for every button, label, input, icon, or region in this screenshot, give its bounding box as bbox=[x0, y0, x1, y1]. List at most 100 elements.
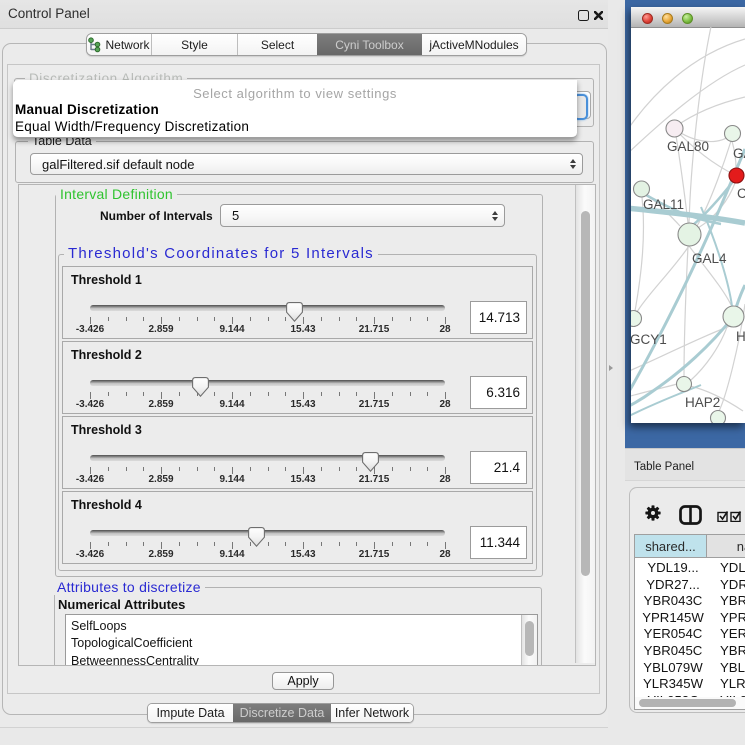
slider-major-tick bbox=[445, 392, 446, 399]
slider-track[interactable] bbox=[90, 530, 445, 536]
slider-major-tick bbox=[374, 542, 375, 549]
slider-minor-tick bbox=[126, 317, 127, 321]
tab-jactivemnodules[interactable]: jActiveMNodules bbox=[422, 34, 526, 55]
network-node-label: GAL80 bbox=[667, 139, 709, 154]
slider-minor-tick bbox=[126, 467, 127, 471]
slider-tick-label: 2.859 bbox=[148, 324, 173, 335]
splitpane-divider-handle[interactable] bbox=[609, 365, 613, 371]
slider-tick-label: 28 bbox=[439, 399, 450, 410]
slider-track[interactable] bbox=[90, 455, 445, 461]
node-green-tr[interactable] bbox=[725, 126, 741, 142]
table-row[interactable]: YBR045CYBR045C bbox=[640, 643, 745, 660]
network-node-label: GCY1 bbox=[631, 332, 667, 347]
slider-tick-label: 2.859 bbox=[148, 474, 173, 485]
tab-style[interactable]: Style bbox=[151, 34, 237, 55]
node-red[interactable] bbox=[729, 168, 744, 183]
slider-track[interactable] bbox=[90, 305, 445, 311]
table-row[interactable]: YPR145WYPR145W bbox=[640, 610, 745, 627]
slider-minor-tick bbox=[410, 542, 411, 546]
dropdown-item-prompt[interactable]: Select algorithm to view settings bbox=[13, 85, 577, 102]
network-node-label: GAL11 bbox=[643, 197, 684, 212]
split-columns-icon[interactable] bbox=[679, 505, 702, 525]
select-columns-icon[interactable] bbox=[717, 510, 743, 522]
minimize-traffic-light[interactable] bbox=[662, 13, 673, 24]
threshold-label: Threshold 4 bbox=[71, 498, 142, 512]
slider-minor-tick bbox=[427, 317, 428, 321]
table-row[interactable]: YBL079WYBL079W bbox=[640, 660, 745, 677]
zoom-traffic-light[interactable] bbox=[682, 13, 693, 24]
slider-minor-tick bbox=[250, 467, 251, 471]
node-gal11[interactable] bbox=[634, 181, 650, 197]
close-icon[interactable] bbox=[594, 11, 603, 20]
slider-thumb[interactable] bbox=[192, 377, 209, 397]
slider-minor-tick bbox=[285, 542, 286, 546]
slider-track[interactable] bbox=[90, 380, 445, 386]
table-data-group: Table Data galFiltered.sif default node bbox=[15, 141, 594, 183]
attribute-list-item[interactable]: SelfLoops bbox=[66, 618, 537, 635]
slider-minor-tick bbox=[268, 542, 269, 546]
table-row[interactable]: YBR043CYBR043C bbox=[640, 593, 745, 610]
slider-thumb[interactable] bbox=[362, 452, 379, 472]
control-panel-tabbar: Network Style Select Cyni Toolbox jActiv… bbox=[86, 33, 527, 56]
tab-infer-network-label: Infer Network bbox=[335, 706, 409, 720]
table-row[interactable]: YDL19...YDL19... bbox=[640, 560, 745, 577]
network-node-label: GA bbox=[733, 146, 745, 161]
slider-minor-tick bbox=[250, 317, 251, 321]
table-header-name[interactable]: name bbox=[707, 534, 745, 558]
tab-infer-network[interactable]: Infer Network bbox=[331, 704, 413, 722]
slider-minor-tick bbox=[356, 392, 357, 396]
tab-discretize-data[interactable]: Discretize Data bbox=[233, 704, 331, 722]
node-bottom[interactable] bbox=[711, 411, 726, 424]
node-gcy1[interactable] bbox=[631, 311, 642, 327]
node-gal4[interactable] bbox=[678, 223, 701, 246]
slider-minor-tick bbox=[392, 542, 393, 546]
slider-tick-label: 21.715 bbox=[359, 399, 390, 410]
tab-network[interactable]: Network bbox=[87, 34, 151, 55]
threshold-value-field[interactable]: 11.344 bbox=[470, 526, 527, 559]
threshold-value-field[interactable]: 14.713 bbox=[470, 301, 527, 334]
slider-major-tick bbox=[445, 542, 446, 549]
table-row[interactable]: YER054CYER054C bbox=[640, 626, 745, 643]
attribute-items: SelfLoopsTopologicalCoefficientBetweenne… bbox=[66, 615, 537, 666]
node-pink[interactable] bbox=[666, 120, 683, 137]
slider-major-tick bbox=[303, 392, 304, 399]
slider-tick-label: 15.43 bbox=[290, 474, 315, 485]
network-node-label: C bbox=[737, 186, 745, 201]
slider-thumb[interactable] bbox=[248, 527, 265, 547]
slider-minor-tick bbox=[285, 467, 286, 471]
table-header-shared[interactable]: shared... bbox=[634, 534, 707, 558]
dropdown-item-equal-width[interactable]: Equal Width/Frequency Discretization bbox=[13, 118, 579, 135]
close-traffic-light[interactable] bbox=[642, 13, 653, 24]
table-row[interactable]: YDR27...YDR27... bbox=[640, 577, 745, 594]
tab-select[interactable]: Select bbox=[237, 34, 317, 55]
tab-select-label: Select bbox=[261, 38, 294, 52]
slider-minor-tick bbox=[143, 392, 144, 396]
node-hap2[interactable] bbox=[677, 377, 692, 392]
number-of-intervals-combobox[interactable]: 5 bbox=[220, 204, 505, 227]
table-hscrollbar[interactable] bbox=[635, 697, 745, 709]
network-canvas[interactable]: GAL80GACGAL11GAL4GCY1HHAP2 bbox=[631, 27, 745, 423]
table-data-combobox[interactable]: galFiltered.sif default node bbox=[30, 153, 583, 175]
attributes-list-scrollbar[interactable] bbox=[521, 615, 537, 665]
float-window-icon[interactable] bbox=[578, 10, 589, 21]
slider-major-tick bbox=[303, 542, 304, 549]
threshold-value-field[interactable]: 6.316 bbox=[470, 376, 527, 409]
apply-button[interactable]: Apply bbox=[272, 672, 334, 690]
slider-tick-label: -3.426 bbox=[76, 324, 104, 335]
attribute-list-item[interactable]: TopologicalCoefficient bbox=[66, 635, 537, 652]
main-vertical-scrollbar[interactable] bbox=[575, 185, 595, 663]
network-edge bbox=[637, 246, 689, 312]
slider-thumb[interactable] bbox=[286, 302, 303, 322]
slider-major-tick bbox=[161, 467, 162, 474]
tab-cyni-toolbox[interactable]: Cyni Toolbox bbox=[317, 34, 422, 55]
attribute-list-item[interactable]: BetweennessCentrality bbox=[66, 653, 537, 666]
gear-icon[interactable] bbox=[645, 505, 661, 521]
dropdown-item-manual-discretization[interactable]: Manual Discretization bbox=[13, 101, 579, 118]
slider-minor-tick bbox=[410, 392, 411, 396]
node-h[interactable] bbox=[723, 306, 744, 327]
tab-cyni-toolbox-label: Cyni Toolbox bbox=[335, 38, 403, 52]
table-row[interactable]: YLR345WYLR345W bbox=[640, 676, 745, 693]
threshold-value-field[interactable]: 21.4 bbox=[470, 451, 527, 484]
tab-impute-data[interactable]: Impute Data bbox=[148, 704, 233, 722]
slider-tick-label: -3.426 bbox=[76, 549, 104, 560]
